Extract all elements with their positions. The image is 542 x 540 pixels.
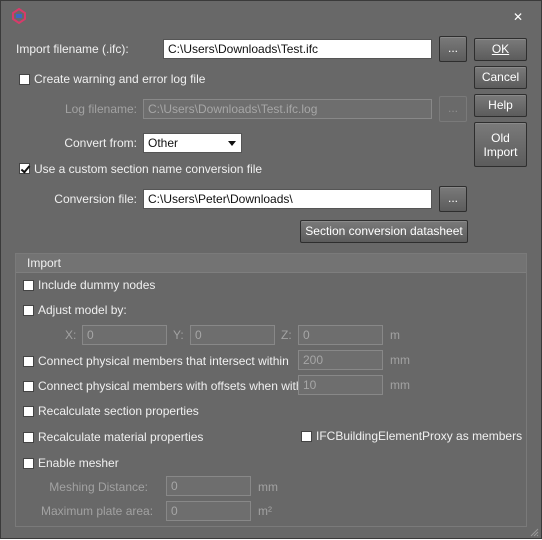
import-group-title: Import <box>27 256 62 270</box>
log-filename-input[interactable]: C:\Users\Downloads\Test.ifc.log <box>143 99 432 119</box>
adjust-unit: m <box>390 328 400 342</box>
old-import-label-line2: Import <box>483 145 518 159</box>
connect-offsets-label: Connect physical members with offsets wh… <box>38 379 312 393</box>
create-log-label: Create warning and error log file <box>34 72 206 86</box>
x-input[interactable]: 0 <box>82 325 167 345</box>
log-filename-browse-button[interactable]: ... <box>439 96 467 122</box>
ifc-proxy-checkbox[interactable] <box>301 431 312 442</box>
import-filename-input[interactable]: C:\Users\Downloads\Test.ifc <box>163 39 432 59</box>
ok-button[interactable]: OK <box>474 38 527 61</box>
adjust-model-label: Adjust model by: <box>38 303 127 317</box>
recalc-section-checkbox[interactable] <box>23 406 34 417</box>
x-label: X: <box>65 328 77 342</box>
convert-from-value: Other <box>148 136 179 150</box>
connect-intersect-unit: mm <box>390 353 410 367</box>
conversion-file-browse-button[interactable]: ... <box>439 186 467 212</box>
close-icon[interactable]: ✕ <box>513 10 523 24</box>
y-input[interactable]: 0 <box>190 325 275 345</box>
custom-section-checkbox[interactable] <box>19 163 30 174</box>
adjust-model-checkbox[interactable] <box>23 305 34 316</box>
enable-mesher-checkbox[interactable] <box>23 458 34 469</box>
recalc-section-label: Recalculate section properties <box>38 404 199 418</box>
meshing-distance-unit: mm <box>258 480 278 494</box>
connect-offsets-checkbox[interactable] <box>23 381 34 392</box>
create-log-checkbox[interactable] <box>19 74 30 85</box>
convert-from-select[interactable]: Other <box>143 133 242 153</box>
connect-intersect-checkbox[interactable] <box>23 356 34 367</box>
ok-label: OK <box>491 42 510 56</box>
conversion-file-label: Conversion file: <box>54 192 137 206</box>
max-plate-area-input[interactable]: 0 <box>166 501 251 521</box>
section-conversion-datasheet-button[interactable]: Section conversion datasheet <box>300 220 468 243</box>
cancel-button[interactable]: Cancel <box>474 66 527 89</box>
old-import-button[interactable]: Old Import <box>474 122 527 167</box>
help-button[interactable]: Help <box>474 94 527 117</box>
import-dialog: ✕ Import filename (.ifc): C:\Users\Downl… <box>0 0 542 539</box>
recalc-material-label: Recalculate material properties <box>38 430 204 444</box>
ifc-proxy-label: IFCBuildingElementProxy as members <box>316 429 523 443</box>
recalc-material-checkbox[interactable] <box>23 432 34 443</box>
import-filename-browse-button[interactable]: ... <box>439 36 467 62</box>
custom-section-label: Use a custom section name conversion fil… <box>34 162 263 176</box>
y-label: Y: <box>173 328 184 342</box>
z-label: Z: <box>281 328 292 342</box>
convert-from-label: Convert from: <box>64 136 137 150</box>
resize-grip-icon[interactable] <box>529 526 539 537</box>
meshing-distance-input[interactable]: 0 <box>166 476 251 496</box>
connect-intersect-input[interactable]: 200 <box>298 350 383 370</box>
include-dummy-nodes-checkbox[interactable] <box>23 280 34 291</box>
import-filename-label: Import filename (.ifc): <box>16 42 129 56</box>
import-group-header: Import <box>16 254 526 273</box>
old-import-label-line1: Old <box>491 131 510 145</box>
app-logo-icon <box>11 7 27 25</box>
chevron-down-icon <box>228 141 236 146</box>
meshing-distance-label: Meshing Distance: <box>49 480 148 494</box>
include-dummy-nodes-label: Include dummy nodes <box>38 278 156 292</box>
connect-intersect-label: Connect physical members that intersect … <box>38 354 289 368</box>
connect-offsets-unit: mm <box>390 378 410 392</box>
z-input[interactable]: 0 <box>298 325 383 345</box>
max-plate-area-unit: m² <box>258 504 272 518</box>
max-plate-area-label: Maximum plate area: <box>41 504 154 518</box>
connect-offsets-input[interactable]: 10 <box>298 375 383 395</box>
conversion-file-input[interactable]: C:\Users\Peter\Downloads\ <box>143 189 432 209</box>
enable-mesher-label: Enable mesher <box>38 456 119 470</box>
log-filename-label: Log filename: <box>64 102 137 116</box>
